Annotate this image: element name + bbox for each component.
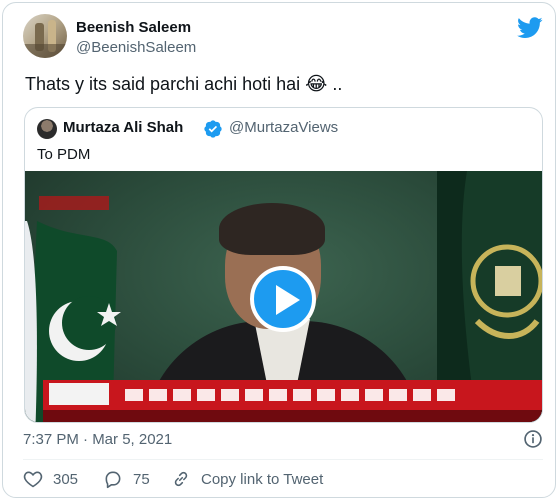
like-button[interactable]: 305	[23, 469, 78, 489]
avatar-detail	[23, 44, 67, 58]
tweet-text: Thats y its said parchi achi hoti hai 😂 …	[25, 73, 342, 96]
heart-icon	[23, 471, 43, 488]
channel-tag	[39, 196, 109, 210]
news-ticker-lower	[43, 410, 542, 422]
copy-link-label: Copy link to Tweet	[201, 470, 324, 488]
tweet-text-suffix: ..	[327, 74, 343, 94]
speaker-hair	[219, 203, 325, 255]
quoted-author-name[interactable]: Murtaza Ali Shah	[63, 119, 183, 136]
ticker-text	[125, 389, 455, 401]
link-icon	[174, 471, 188, 487]
quoted-tweet-text: To PDM	[37, 146, 91, 163]
copy-link-button[interactable]: Copy link to Tweet	[171, 469, 323, 489]
reply-count: 75	[133, 470, 150, 488]
tweet-card[interactable]: Beenish Saleem @BeenishSaleem Thats y it…	[2, 2, 556, 498]
author-avatar[interactable]	[23, 14, 67, 58]
quoted-author-handle[interactable]: @MurtazaViews	[229, 119, 338, 136]
footer-divider	[23, 459, 543, 460]
tweet-text-body: Thats y its said parchi achi hoti hai	[25, 74, 301, 94]
play-icon	[276, 285, 300, 315]
verified-badge-icon	[204, 120, 222, 138]
video-thumbnail[interactable]	[25, 171, 542, 422]
tweet-timestamp[interactable]: 7:37 PM · Mar 5, 2021	[23, 431, 172, 448]
breaking-news-label	[49, 383, 109, 405]
reply-button[interactable]: 75	[103, 469, 150, 489]
quoted-tweet[interactable]: Murtaza Ali Shah @MurtazaViews To PDM	[24, 107, 543, 423]
joy-emoji: 😂	[305, 74, 328, 95]
author-name[interactable]: Beenish Saleem	[76, 19, 191, 36]
play-button[interactable]	[250, 266, 316, 332]
comment-icon	[105, 471, 121, 489]
info-icon[interactable]	[523, 429, 543, 449]
like-count: 305	[53, 470, 79, 488]
twitter-bird-icon[interactable]	[517, 17, 543, 39]
quoted-author-avatar[interactable]	[37, 119, 57, 139]
author-handle[interactable]: @BeenishSaleem	[76, 39, 196, 56]
